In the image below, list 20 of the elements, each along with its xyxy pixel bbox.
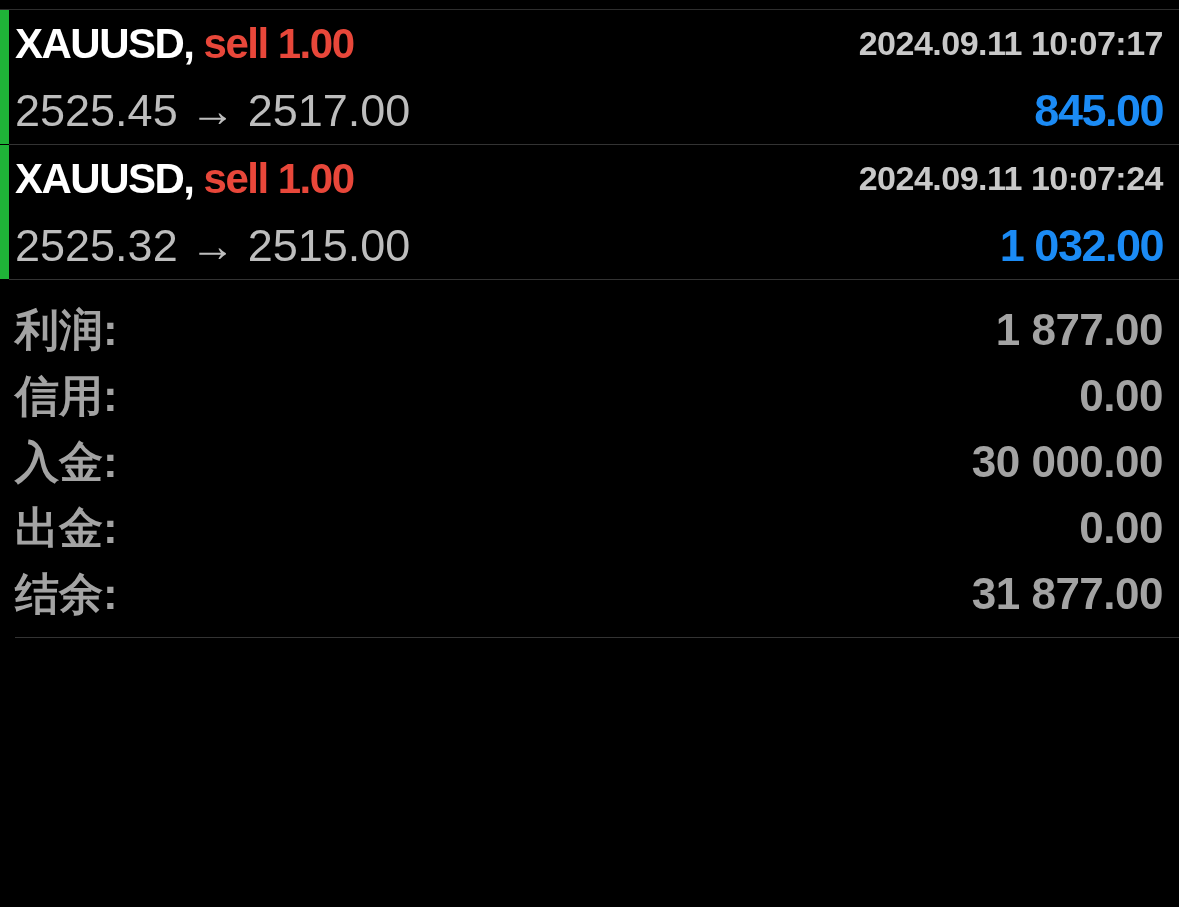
summary-value: 1 877.00 — [995, 305, 1163, 355]
summary-value: 0.00 — [1079, 371, 1163, 421]
summary-label: 入金: — [15, 435, 118, 488]
trade-symbol: XAUUSD, — [15, 19, 194, 68]
trade-profit: 845.00 — [1034, 84, 1163, 137]
summary-label: 信用: — [15, 369, 118, 422]
trade-time: 2024.09.11 10:07:17 — [858, 24, 1163, 63]
summary-value: 31 877.00 — [971, 569, 1163, 619]
trade-profit: 1 032.00 — [999, 219, 1163, 272]
trade-side-volume: sell 1.00 — [203, 154, 354, 203]
trade-prices: 2525.45 → 2517.00 — [15, 84, 411, 137]
summary-value: 0.00 — [1079, 503, 1163, 553]
summary-label: 利润: — [15, 303, 118, 356]
trade-time: 2024.09.11 10:07:24 — [858, 159, 1163, 198]
summary-label: 结余: — [15, 567, 118, 620]
trade-prices: 2525.32 → 2515.00 — [15, 219, 411, 272]
trade-side-volume: sell 1.00 — [203, 19, 354, 68]
summary-value: 30 000.00 — [971, 437, 1163, 487]
summary-label: 出金: — [15, 501, 118, 554]
trade-symbol: XAUUSD, — [15, 154, 194, 203]
